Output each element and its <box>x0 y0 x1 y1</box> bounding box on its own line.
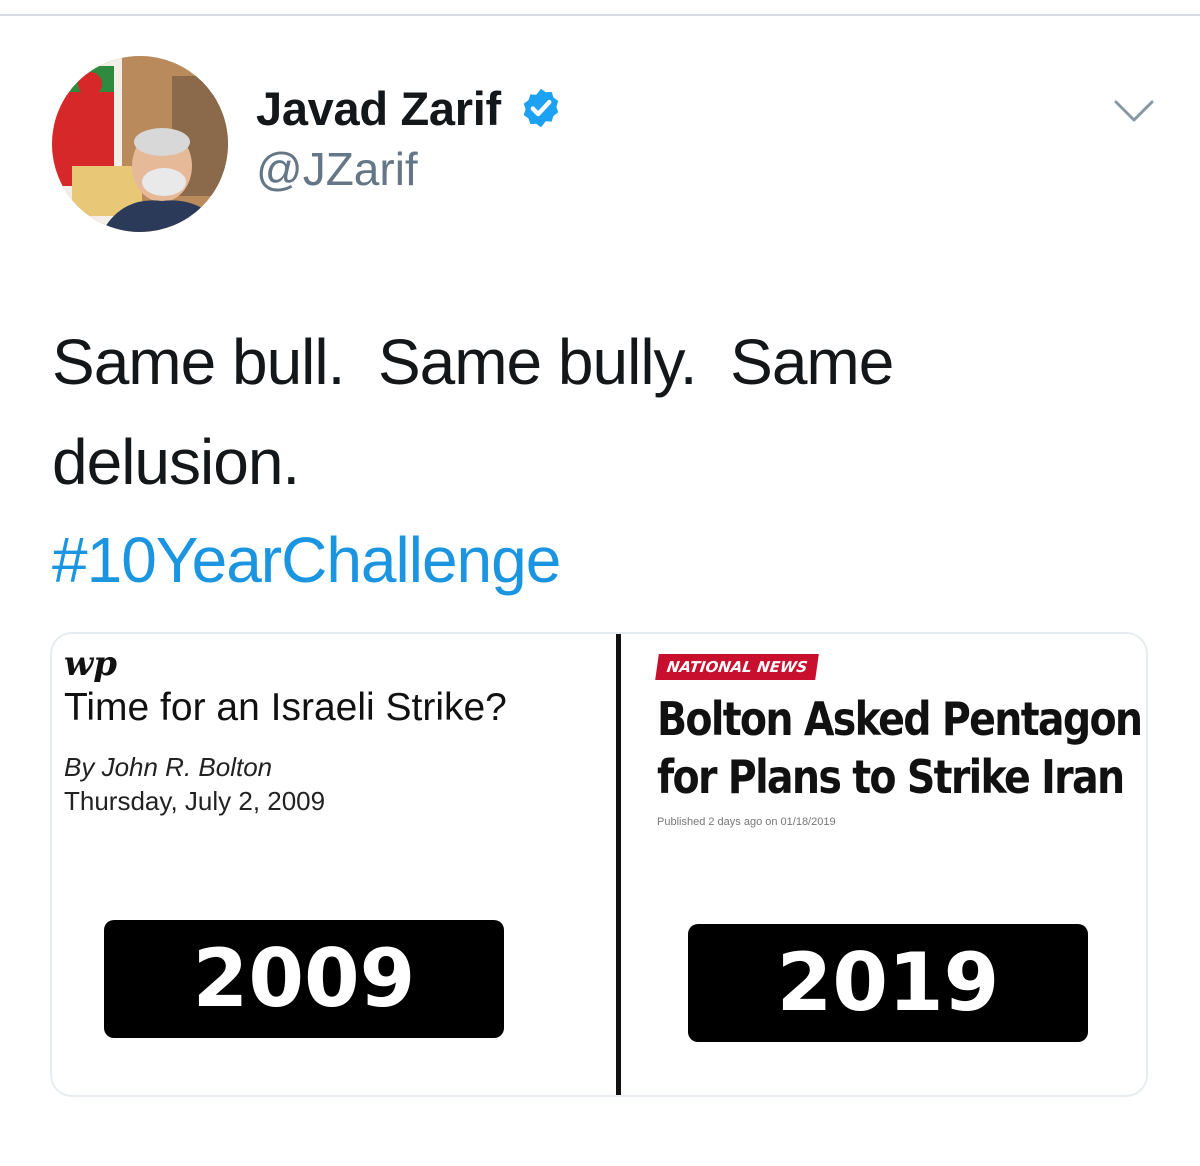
washington-post-logo: wp <box>64 644 118 684</box>
tweet-text-line-1: Same bull. Same bully. Same <box>52 326 894 398</box>
tweet-text: Same bull. Same bully. Same delusion. <box>52 312 1052 512</box>
author-handle[interactable]: @JZarif <box>256 142 418 196</box>
avatar[interactable] <box>52 56 228 232</box>
right-headline-line-1: Bolton Asked Pentagon <box>657 692 1143 746</box>
published-line: Published 2 days ago on 01/18/2019 <box>657 816 836 828</box>
author-display-name[interactable]: Javad Zarif <box>256 81 501 136</box>
top-divider <box>0 14 1200 16</box>
verified-badge-icon <box>523 88 559 128</box>
tweet-media-image[interactable]: wp Time for an Israeli Strike? By John R… <box>50 632 1148 1097</box>
hashtag-link[interactable]: #10YearChallenge <box>52 520 561 600</box>
year-label-2019: 2019 <box>688 924 1088 1042</box>
section-badge: NATIONAL NEWS <box>655 654 820 680</box>
avatar-photo <box>52 56 228 232</box>
right-headline-line-2: for Plans to Strike Iran <box>657 750 1125 804</box>
author-name-row: Javad Zarif <box>256 80 563 136</box>
year-label-2009: 2009 <box>104 920 504 1038</box>
tweet-text-line-2: delusion. <box>52 426 300 498</box>
left-article-date: Thursday, July 2, 2009 <box>64 786 326 816</box>
media-divider <box>616 634 621 1095</box>
left-article-headline: Time for an Israeli Strike? <box>64 686 507 729</box>
right-article-headline: Bolton Asked Pentagon for Plans to Strik… <box>657 690 1143 806</box>
left-article-byline: By John R. Bolton <box>64 752 273 782</box>
chevron-down-icon[interactable] <box>1112 96 1156 126</box>
